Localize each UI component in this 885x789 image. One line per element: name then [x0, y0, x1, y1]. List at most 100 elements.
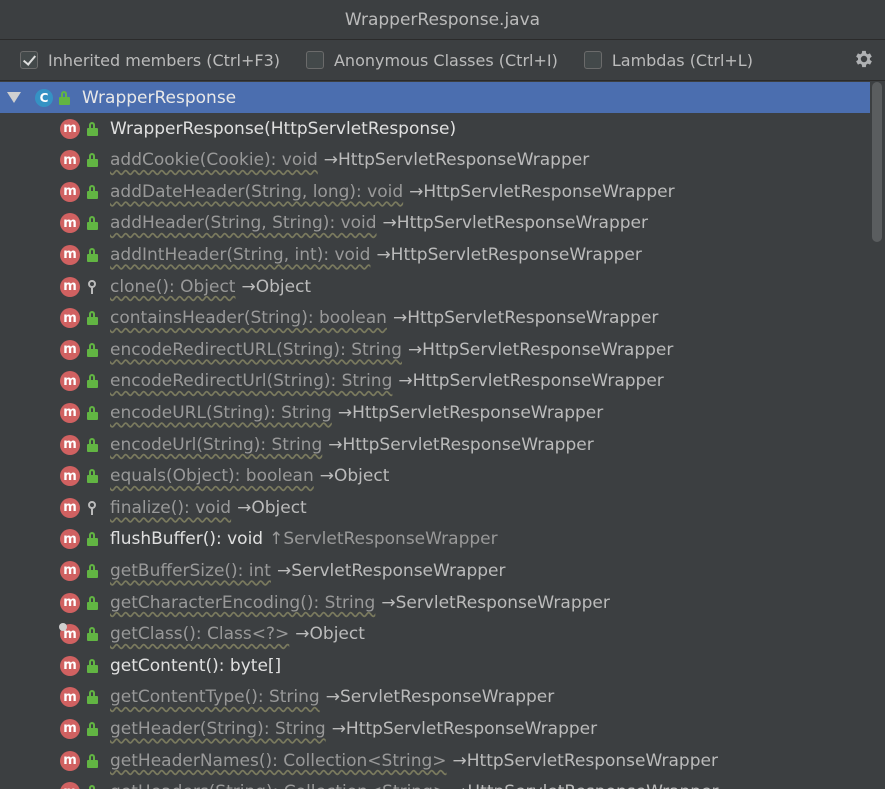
class-icon: C: [35, 88, 53, 107]
method-icon: m: [60, 339, 80, 360]
tree-member-row[interactable]: m addIntHeader(String, int): void →HttpSer…: [0, 239, 870, 270]
tree-member-row[interactable]: m addHeader(String, String): void →HttpSer…: [0, 208, 870, 239]
lambdas-option[interactable]: Lambdas (Ctrl+L): [583, 50, 753, 70]
tree-member-row[interactable]: m getContentType(): String →ServletRespons…: [0, 682, 870, 713]
public-lock-icon: [86, 342, 99, 357]
tree-member-row[interactable]: m getHeader(String): String →HttpServletRe…: [0, 713, 870, 744]
member-signature: addCookie(Cookie): void: [110, 150, 318, 171]
member-signature: addIntHeader(String, int): void: [110, 244, 371, 265]
public-lock-icon: [86, 121, 99, 136]
member-signature: getHeaderNames(): Collection<String>: [110, 750, 447, 771]
tree-member-row[interactable]: m containsHeader(String): boolean →HttpSer…: [0, 303, 870, 334]
tree-member-row[interactable]: m getCharacterEncoding(): String →ServletR…: [0, 587, 870, 618]
public-lock-icon: [86, 437, 99, 452]
method-icon: m: [60, 497, 80, 518]
member-signature: encodeURL(String): String: [110, 402, 332, 423]
anonymous-classes-option[interactable]: Anonymous Classes (Ctrl+I): [305, 51, 558, 70]
method-icon: m: [59, 623, 80, 645]
tree-member-row[interactable]: m addDateHeader(String, long): void →HttpS…: [0, 176, 870, 207]
inherited-members-checkbox[interactable]: [20, 51, 38, 69]
tree-member-row[interactable]: m encodeUrl(String): String →HttpServletRe…: [0, 429, 870, 460]
method-icon: m: [60, 276, 80, 297]
method-icon: m: [60, 592, 80, 613]
method-icon: m: [60, 118, 80, 139]
tree-member-row[interactable]: m getClass(): Class<?> →Object: [0, 619, 870, 650]
tree-member-row[interactable]: m encodeRedirectURL(String): String →HttpS…: [0, 334, 870, 365]
method-icon: m: [60, 529, 80, 550]
member-signature: getClass(): Class<?>: [110, 624, 290, 645]
tree-member-row[interactable]: m encodeRedirectUrl(String): String →HttpS…: [0, 366, 870, 397]
tree-member-row[interactable]: m encodeURL(String): String →HttpServletRe…: [0, 397, 870, 428]
structure-tree[interactable]: C WrapperResponse m WrapperResponse(HttpS…: [0, 82, 885, 789]
member-owner: →Object: [319, 466, 390, 487]
tree-member-row[interactable]: m getHeaderNames(): Collection<String> →Ht…: [0, 745, 870, 776]
public-lock-icon: [86, 532, 99, 547]
tree-member-row[interactable]: m finalize(): void →Object: [0, 492, 870, 523]
member-signature: flushBuffer(): void: [110, 529, 264, 550]
member-owner: →Object: [237, 497, 307, 518]
member-owner: →ServletResponseWrapper: [325, 687, 555, 708]
tree-member-row[interactable]: m getContent(): byte[]: [0, 650, 870, 681]
structure-toolbar: Inherited members (Ctrl+F3) Anonymous Cl…: [0, 40, 885, 81]
lambdas-checkbox[interactable]: [583, 51, 602, 69]
method-icon: m: [60, 308, 80, 329]
vertical-scrollbar[interactable]: [872, 82, 882, 242]
member-signature: getCharacterEncoding(): String: [110, 592, 376, 613]
member-owner: →HttpServletResponseWrapper: [323, 150, 590, 171]
window-title: WrapperResponse.java: [344, 9, 541, 30]
anonymous-classes-checkbox[interactable]: [305, 51, 324, 69]
window-title-bar: WrapperResponse.java: [0, 0, 885, 40]
method-icon: m: [60, 150, 80, 171]
member-signature: getHeaders(String): Collection<String>: [110, 782, 447, 789]
member-signature: addDateHeader(String, long): void: [110, 181, 404, 202]
member-signature: encodeUrl(String): String: [110, 434, 323, 455]
public-lock-icon: [86, 627, 99, 642]
member-owner: →HttpServletResponseWrapper: [398, 371, 664, 392]
member-signature: containsHeader(String): boolean: [110, 308, 387, 329]
tree-member-row[interactable]: m clone(): Object →Object: [0, 271, 870, 302]
member-owner: →Object: [295, 624, 365, 645]
method-icon: m: [60, 466, 80, 487]
method-icon: m: [60, 434, 80, 455]
public-lock-icon: [86, 153, 99, 168]
tree-member-row[interactable]: m getBufferSize(): int →ServletResponseWra…: [0, 555, 870, 586]
member-owner: →HttpServletResponseWrapper: [452, 750, 718, 771]
member-signature: getHeader(String): String: [110, 718, 326, 739]
tree-member-row[interactable]: m getHeaders(String): Collection<String> →…: [0, 777, 870, 789]
public-lock-icon: [86, 469, 99, 484]
method-icon: m: [60, 687, 80, 708]
tree-member-row[interactable]: m equals(Object): boolean →Object: [0, 461, 870, 492]
method-icon: m: [60, 213, 80, 234]
public-lock-icon: [86, 247, 99, 262]
public-lock-icon: [86, 311, 99, 326]
tree-member-row[interactable]: m flushBuffer(): void ↑ServletResponseWrap…: [0, 524, 870, 555]
member-signature: WrapperResponse(HttpServletResponse): [110, 118, 457, 139]
method-icon: m: [60, 782, 80, 789]
member-owner: →HttpServletResponseWrapper: [453, 782, 718, 789]
tree-member-row[interactable]: m addCookie(Cookie): void →HttpServletResp…: [0, 145, 870, 176]
protected-key-icon: [86, 279, 99, 294]
inherited-members-label: Inherited members (Ctrl+F3): [48, 50, 280, 70]
public-lock-icon: [86, 721, 99, 736]
member-signature: encodeRedirectUrl(String): String: [110, 371, 393, 392]
tree-member-row[interactable]: m WrapperResponse(HttpServletResponse): [0, 113, 870, 144]
gear-icon[interactable]: [853, 48, 875, 70]
inherited-members-option[interactable]: Inherited members (Ctrl+F3): [20, 51, 280, 70]
method-icon: m: [60, 718, 80, 739]
member-owner: →HttpServletResponseWrapper: [328, 434, 594, 455]
member-owner: →ServletResponseWrapper: [381, 592, 610, 613]
expand-arrow-icon[interactable]: [7, 92, 21, 103]
member-owner: →HttpServletResponseWrapper: [376, 244, 642, 265]
public-lock-icon: [58, 90, 71, 105]
method-icon: m: [60, 560, 80, 581]
member-signature: getContent(): byte[]: [110, 655, 282, 676]
member-owner: →Object: [241, 276, 312, 297]
method-icon: m: [60, 244, 80, 265]
member-owner: →HttpServletResponseWrapper: [382, 213, 648, 234]
protected-key-icon: [86, 500, 99, 515]
member-signature: clone(): Object: [110, 276, 236, 297]
tree-root-row[interactable]: C WrapperResponse: [0, 82, 870, 113]
lambdas-label: Lambdas (Ctrl+L): [611, 50, 753, 70]
public-lock-icon: [86, 216, 99, 231]
member-owner: →ServletResponseWrapper: [276, 560, 506, 581]
